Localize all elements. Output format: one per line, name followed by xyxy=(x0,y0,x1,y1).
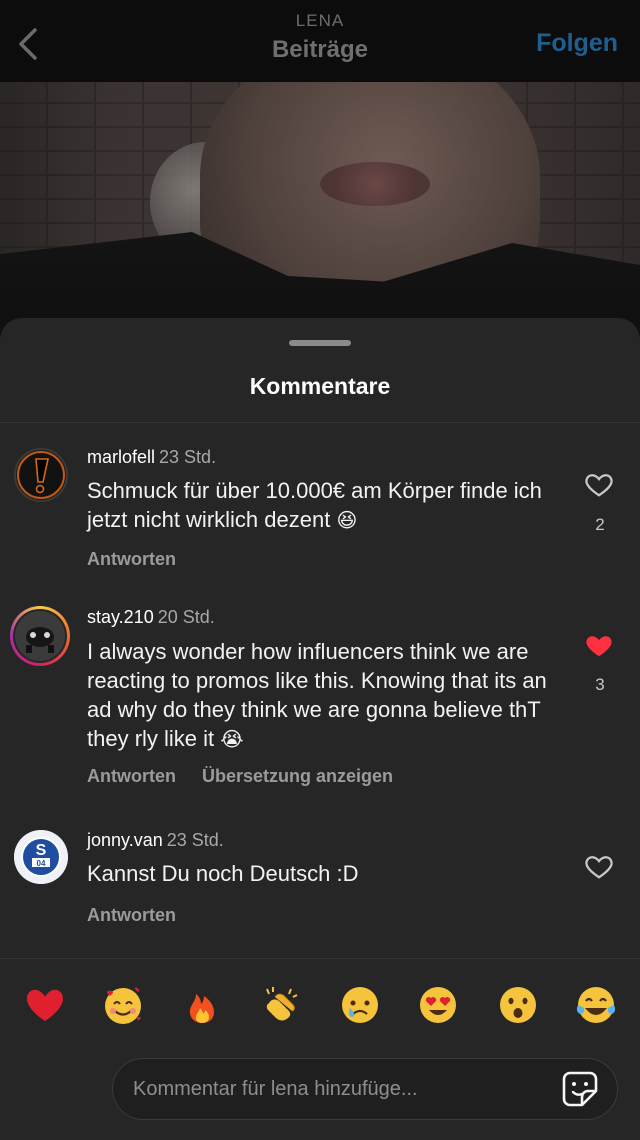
avatar[interactable]: S 04 xyxy=(14,830,68,884)
red-heart-icon[interactable] xyxy=(23,983,67,1027)
clapping-hands-icon[interactable] xyxy=(259,983,303,1027)
reply-button[interactable]: Antworten xyxy=(87,549,176,569)
comment-time: 23 Std. xyxy=(159,447,217,467)
comments-sheet: Kommentare marlofell 23 Std. Schmuck für … xyxy=(0,318,640,1140)
fire-icon[interactable] xyxy=(180,983,224,1027)
comment-input[interactable] xyxy=(133,1059,523,1119)
sheet-grabber[interactable] xyxy=(289,340,351,346)
comment-username[interactable]: jonny.van xyxy=(87,830,163,850)
comment-actions: Antworten xyxy=(87,546,176,572)
comment-text: Schmuck für über 10.000€ am Körper finde… xyxy=(87,478,542,532)
heart-eyes-icon[interactable] xyxy=(416,983,460,1027)
comment-text: I always wonder how influencers think we… xyxy=(87,639,547,751)
svg-text:S: S xyxy=(36,842,47,859)
like-count: 3 xyxy=(595,675,605,694)
sheet-title: Kommentare xyxy=(249,373,391,399)
comment-username[interactable]: stay.210 xyxy=(87,607,154,627)
quick-reaction-bar xyxy=(0,958,640,1048)
comment-username[interactable]: marlofell xyxy=(87,447,155,467)
emoji: 😆 xyxy=(336,508,358,532)
avatar[interactable] xyxy=(10,606,70,666)
comment-actions: Antworten xyxy=(87,902,176,928)
tears-of-joy-icon[interactable] xyxy=(574,983,618,1027)
comment-composer xyxy=(112,1058,618,1120)
avatar[interactable] xyxy=(14,448,68,502)
heart-outline-icon[interactable] xyxy=(584,469,614,499)
reply-button[interactable]: Antworten xyxy=(87,905,176,925)
reply-button[interactable]: Antworten xyxy=(87,766,176,786)
comment-header: marlofell 23 Std. xyxy=(87,444,216,470)
like-count: 2 xyxy=(595,515,605,534)
show-translation-button[interactable]: Übersetzung anzeigen xyxy=(202,766,393,786)
comment-text: Kannst Du noch Deutsch :D xyxy=(87,861,359,886)
follow-button[interactable]: Folgen xyxy=(536,26,618,60)
comment-header: stay.210 20 Std. xyxy=(87,604,215,630)
heart-outline-icon[interactable] xyxy=(584,851,614,881)
divider xyxy=(0,422,640,423)
smiling-face-with-hearts-icon[interactable] xyxy=(101,983,145,1027)
comment-time: 20 Std. xyxy=(157,607,215,627)
emoji: 😭 xyxy=(220,727,244,751)
open-mouth-face-icon[interactable] xyxy=(496,983,540,1027)
crying-face-icon[interactable] xyxy=(338,983,382,1027)
comment-time: 23 Std. xyxy=(166,830,224,850)
sticker-icon[interactable] xyxy=(561,1070,599,1108)
post-photo xyxy=(0,82,640,342)
comment-actions: Antworten Übersetzung anzeigen xyxy=(87,763,393,789)
heart-filled-icon[interactable] xyxy=(584,630,614,660)
comment-header: jonny.van 23 Std. xyxy=(87,827,224,853)
svg-text:04: 04 xyxy=(37,859,46,868)
top-nav-bar: LENA Beiträge Folgen xyxy=(0,0,640,82)
